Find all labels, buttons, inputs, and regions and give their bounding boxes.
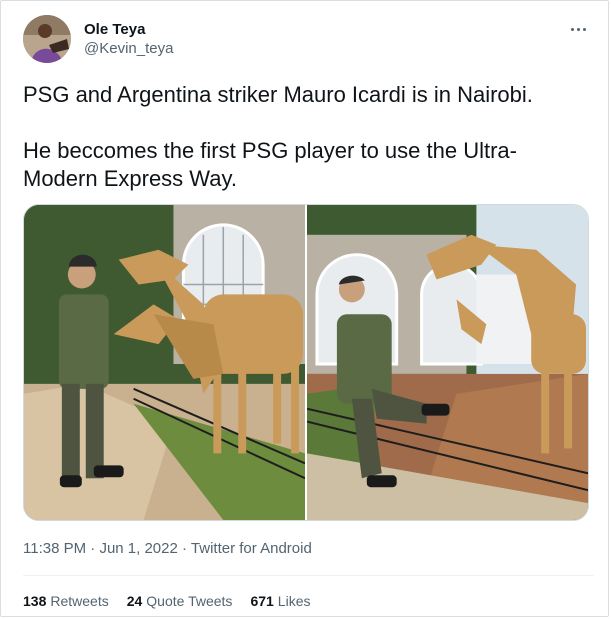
tweet-text: PSG and Argentina striker Mauro Icardi i… <box>23 82 533 191</box>
likes-label: Likes <box>277 593 311 609</box>
tweet-card: Ole Teya @Kevin_teya PSG and Argentina s… <box>0 0 609 617</box>
author-names: Ole Teya @Kevin_teya <box>84 21 173 59</box>
author-handle[interactable]: @Kevin_teya <box>84 39 173 59</box>
likes-stat[interactable]: 671 Likes <box>250 593 310 609</box>
quote-tweets-stat[interactable]: 24 Quote Tweets <box>127 593 233 609</box>
avatar[interactable] <box>23 15 71 63</box>
tweet-source[interactable]: Twitter for Android <box>191 540 312 557</box>
tweet-time[interactable]: 11:38 PM <box>23 540 86 557</box>
retweets-stat[interactable]: 138 Retweets <box>23 593 109 609</box>
tweet-stats: 138 Retweets 24 Quote Tweets 671 Likes <box>23 593 328 609</box>
quote-tweets-label: Quote Tweets <box>146 593 233 609</box>
meta-separator: · <box>182 540 188 557</box>
tweet-media[interactable] <box>23 204 589 521</box>
tweet-date[interactable]: Jun 1, 2022 <box>99 540 177 557</box>
media-photo-2[interactable] <box>307 205 588 520</box>
more-icon[interactable] <box>566 19 590 39</box>
divider <box>23 575 594 576</box>
meta-separator: · <box>90 540 96 557</box>
author-display-name[interactable]: Ole Teya <box>84 21 173 39</box>
media-photo-1[interactable] <box>24 205 305 520</box>
quote-tweets-count: 24 <box>126 593 143 609</box>
retweets-label: Retweets <box>50 593 109 609</box>
tweet-meta: 11:38 PM · Jun 1, 2022 · Twitter for And… <box>23 540 312 557</box>
likes-count: 671 <box>250 593 274 609</box>
tweet-header: Ole Teya @Kevin_teya <box>23 15 594 65</box>
retweets-count: 138 <box>23 593 47 609</box>
